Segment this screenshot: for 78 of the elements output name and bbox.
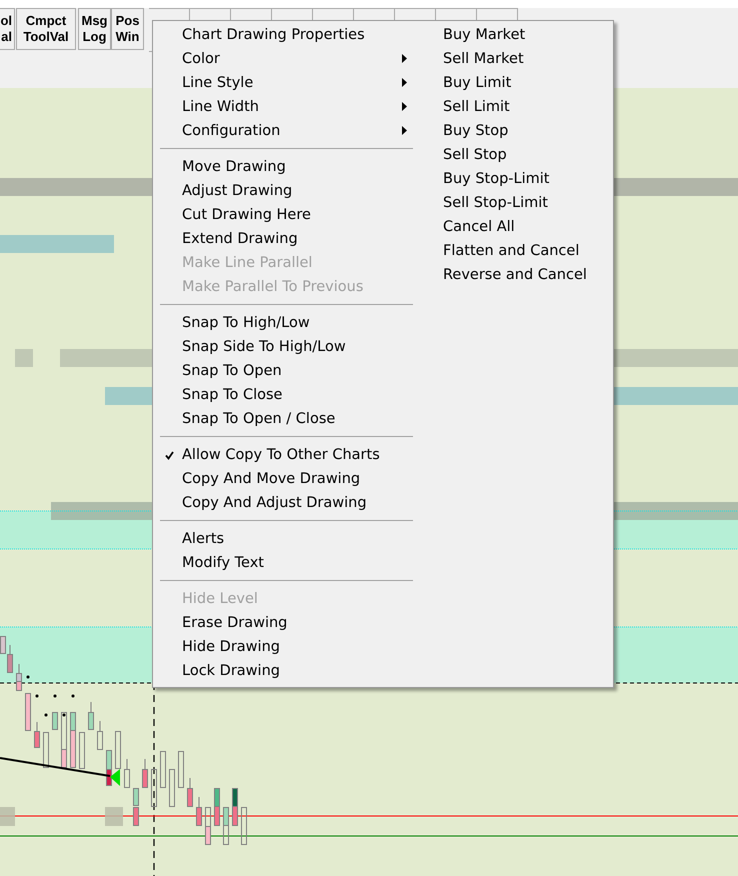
dot-marker [36, 694, 38, 698]
menu-item[interactable]: Color [160, 47, 422, 71]
candlestick [124, 758, 130, 788]
dot-marker [62, 714, 66, 716]
menu-item[interactable]: Sell Market [443, 47, 587, 71]
candlestick [205, 807, 211, 845]
menu-item[interactable]: Buy Market [443, 23, 587, 47]
candlestick [16, 664, 22, 691]
menu-item[interactable]: Sell Limit [443, 95, 587, 119]
candlestick [241, 807, 247, 845]
candlestick [178, 751, 184, 788]
submenu-arrow-icon [402, 54, 407, 63]
candlestick [133, 788, 139, 826]
candlestick [151, 769, 157, 807]
candlestick [70, 712, 76, 768]
menu-item[interactable]: Flatten and Cancel [443, 239, 587, 263]
candlestick [214, 788, 220, 826]
toolbar-button[interactable]: Msg Log [78, 8, 111, 50]
menu-item[interactable]: Cut Drawing Here [160, 203, 422, 227]
dot-marker [26, 676, 30, 678]
menu-item[interactable]: Line Style [160, 71, 422, 95]
menu-item[interactable]: Snap To High/Low [160, 311, 422, 335]
menu-item[interactable]: Cancel All [443, 215, 587, 239]
candlestick [97, 720, 103, 750]
menu-item[interactable]: Move Drawing [160, 155, 422, 179]
menu-item[interactable]: Buy Stop [443, 119, 587, 143]
menu-item[interactable]: Snap Side To High/Low [160, 335, 422, 359]
menu-item[interactable]: Modify Text [160, 551, 422, 575]
candlestick [88, 702, 94, 730]
candlestick [43, 732, 49, 768]
price-zone [105, 807, 123, 826]
menu-item[interactable]: Allow Copy To Other Charts [160, 443, 422, 467]
menu-item[interactable]: Erase Drawing [160, 611, 422, 635]
candlestick [223, 807, 229, 845]
menu-item[interactable]: Copy And Move Drawing [160, 467, 422, 491]
menu-item[interactable]: Buy Stop-Limit [443, 167, 587, 191]
candlestick [160, 751, 166, 788]
price-zone [15, 349, 33, 367]
dot-marker [72, 694, 74, 698]
menu-item[interactable]: Extend Drawing [160, 227, 422, 251]
menu-item[interactable]: Line Width [160, 95, 422, 119]
dot-marker [44, 714, 48, 716]
menu-item[interactable]: Alerts [160, 527, 422, 551]
candlestick [169, 769, 175, 807]
submenu-arrow-icon [402, 126, 407, 135]
candlestick [25, 693, 31, 731]
menu-item[interactable]: Reverse and Cancel [443, 263, 587, 287]
menu-item[interactable]: Snap To Open / Close [160, 407, 422, 431]
menu-item[interactable]: Hide Drawing [160, 635, 422, 659]
menu-item[interactable]: Configuration [160, 119, 422, 143]
toolbar-button[interactable]: Pos Win [111, 8, 144, 50]
candlestick [187, 778, 193, 807]
toolbar-button[interactable]: ol al [0, 8, 15, 50]
menu-item[interactable]: Lock Drawing [160, 659, 422, 683]
candlestick [61, 712, 67, 768]
menu-item[interactable]: Snap To Open [160, 359, 422, 383]
submenu-arrow-icon [402, 78, 407, 87]
price-zone [0, 807, 15, 826]
menu-item[interactable]: Copy And Adjust Drawing [160, 491, 422, 515]
candlestick [106, 750, 112, 786]
candlestick [79, 732, 85, 769]
candlestick [196, 796, 202, 826]
submenu-arrow-icon [402, 102, 407, 111]
menu-item[interactable]: Sell Stop [443, 143, 587, 167]
candlestick [34, 722, 40, 748]
menu-item[interactable]: Sell Stop-Limit [443, 191, 587, 215]
triangle-marker-icon [110, 769, 120, 786]
candlestick [115, 731, 121, 769]
dot-marker [54, 694, 56, 698]
candlestick [52, 712, 58, 730]
menu-item[interactable]: Adjust Drawing [160, 179, 422, 203]
menu-item[interactable]: Chart Drawing Properties [160, 23, 422, 47]
candlestick [232, 788, 238, 826]
candlestick [142, 758, 148, 788]
toolbar-button[interactable]: Cmpct ToolVal [16, 8, 76, 50]
menu-item[interactable]: Snap To Close [160, 383, 422, 407]
menu-item[interactable]: Buy Limit [443, 71, 587, 95]
checkmark-icon [165, 451, 174, 460]
